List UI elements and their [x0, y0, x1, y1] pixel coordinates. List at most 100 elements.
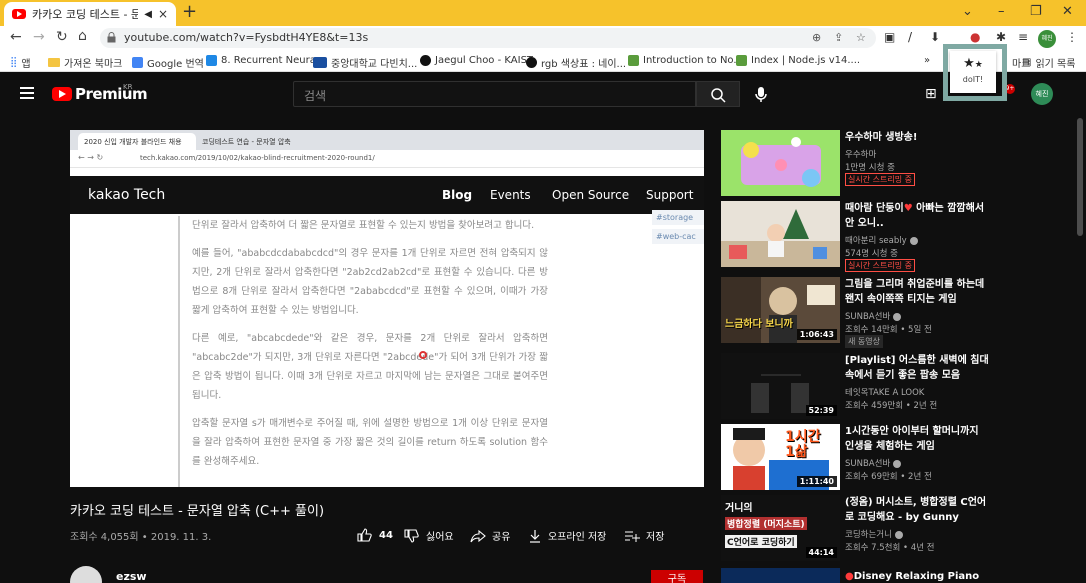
youtube-account-avatar[interactable]: 혜진: [1031, 83, 1053, 105]
tab-title: 카카오 코딩 테스트 - 문자열: [32, 8, 139, 21]
browser-tab-active[interactable]: 카카오 코딩 테스트 - 문자열 ◀ ×: [4, 2, 176, 26]
playlist-add-icon: [625, 531, 640, 542]
article-paragraph: 다른 예로, "abcabcdede"와 같은 경우, 문자를 2개 단위로 잘…: [192, 333, 548, 401]
download-button[interactable]: 오프라인 저장: [528, 528, 606, 543]
verified-icon: [909, 236, 918, 245]
bookmark-apps[interactable]: ⣿ 앱: [10, 55, 31, 70]
hamburger-menu-icon[interactable]: [20, 87, 34, 99]
video-title: 카카오 코딩 테스트 - 문자열 압축 (C++ 풀이): [70, 504, 325, 519]
recommendation-channel: SUNBA선바: [845, 457, 902, 469]
github-icon: [420, 55, 431, 66]
recommendation-item[interactable]: 우수하마 생방송! 우수하마 1만명 시청 중 실시간 스트리밍 중: [721, 130, 1061, 196]
video-thumbnail[interactable]: 거니의 병합정렬 (머지소트) C언어로 코딩하기 44:14: [721, 495, 840, 561]
video-thumbnail[interactable]: 느금하다 보니까 1:06:43: [721, 277, 840, 343]
youtube-favicon-icon: [12, 9, 26, 19]
doit-stars-icon: ★★: [963, 56, 983, 71]
video-thumbnail[interactable]: [721, 130, 840, 196]
thumbs-down-icon: [404, 528, 419, 543]
thumbnail-caption: 느금하다 보니까: [725, 319, 793, 330]
reading-list[interactable]: ▤ 읽기 목록: [1022, 55, 1075, 70]
search-input[interactable]: 검색: [293, 81, 696, 107]
channel-avatar[interactable]: [70, 566, 102, 583]
forward-icon[interactable]: →: [33, 29, 45, 45]
apps-icon: ⣿: [10, 57, 18, 68]
youtube-logo-icon[interactable]: [52, 87, 72, 101]
tab-search-icon[interactable]: ⌄: [962, 4, 973, 19]
chrome-menu-icon[interactable]: ⋮: [1066, 30, 1078, 44]
bookmark-star-icon[interactable]: ☆: [856, 31, 866, 44]
extension-red-icon[interactable]: ●: [970, 30, 980, 44]
bookmark-node-index[interactable]: Index | Node.js v14....: [736, 55, 860, 66]
recommendation-item[interactable]: ●Disney Relaxing Piano: [721, 568, 1061, 583]
video-player[interactable]: 2020 신입 개발자 블라인드 채용 코딩테스트 연습 - 문자열 압축 ← …: [70, 130, 704, 487]
maximize-button[interactable]: ❐: [1030, 4, 1042, 19]
bookmark-imported[interactable]: 가져온 북마크: [48, 55, 122, 70]
video-thumbnail[interactable]: 52:39: [721, 353, 840, 419]
channel-name[interactable]: ezsw: [116, 570, 147, 583]
bookmarks-overflow-chevron-icon[interactable]: »: [924, 55, 930, 66]
home-icon[interactable]: ⌂: [78, 28, 87, 44]
youtube-premium-logo[interactable]: Premium: [75, 85, 148, 103]
thumbnail-caption: 1시간 1삶: [785, 429, 821, 460]
recommendation-channel: 때아분리 seably: [845, 234, 918, 246]
share-button[interactable]: 공유: [470, 528, 510, 543]
translate-icon: [132, 57, 143, 68]
recommendation-title: [Playlist] 어스름한 새벽에 침대 속에서 듣기 좋은 팝송 모음: [845, 355, 989, 381]
folder-icon: [48, 58, 60, 67]
extensions-puzzle-icon[interactable]: ✱: [996, 30, 1006, 44]
recommendation-title: 1시간동안 아이부터 할머니까지 인생을 체험하는 게임: [845, 426, 979, 452]
speaker-icon[interactable]: ◀: [144, 9, 152, 20]
close-window-button[interactable]: ✕: [1062, 4, 1073, 19]
share-icon[interactable]: ⇪: [834, 31, 843, 44]
back-icon[interactable]: ←: [10, 29, 22, 45]
bookmark-recurrent[interactable]: 8. Recurrent Neura...: [206, 55, 325, 66]
reload-icon[interactable]: ↻: [56, 29, 68, 45]
inner-tab-coding-test: 코딩테스트 연습 - 문자열 압축: [196, 133, 314, 150]
tab-close-icon[interactable]: ×: [158, 7, 168, 21]
doit-extension-popup[interactable]: ★★ doIT!: [950, 51, 996, 93]
extension-download-icon[interactable]: ⬇: [930, 30, 940, 44]
subscribe-button[interactable]: 구독: [651, 570, 703, 583]
recommendation-views: 조회수 459만회 • 2년 전: [845, 401, 938, 411]
video-thumbnail[interactable]: [721, 201, 840, 267]
bookmark-intro-node[interactable]: Introduction to No...: [628, 55, 743, 66]
minimize-button[interactable]: –: [998, 4, 1005, 19]
recommendation-title: 우수하마 생방송!: [845, 132, 918, 143]
video-thumbnail[interactable]: [721, 568, 840, 583]
cau-icon: [313, 57, 327, 68]
recommendation-item[interactable]: 때아람 단둥이♥ 아빠는 깜깜해서 안 오니.. 때아분리 seably 574…: [721, 201, 1061, 272]
bookmark-rgb[interactable]: rgb 색상표 : 네이...: [526, 55, 626, 70]
recommendation-title: ●Disney Relaxing Piano: [845, 571, 980, 582]
verified-icon: [893, 312, 902, 321]
media-control-icon[interactable]: ≡: [1018, 30, 1028, 44]
game-thumbnail-image: [721, 130, 840, 196]
search-icon: [711, 88, 726, 103]
new-tab-button[interactable]: +: [182, 3, 197, 21]
create-video-icon[interactable]: ⊞: [925, 86, 937, 102]
article-paragraph: 압축할 문자열 s가 매개변수로 주어질 때, 위에 설명한 방법으로 1개 이…: [192, 418, 548, 467]
search-button[interactable]: [696, 81, 740, 107]
reading-list-icon: ▤: [1022, 57, 1032, 68]
bookmark-cau[interactable]: 중앙대학교 다빈치...: [313, 55, 417, 70]
profile-avatar[interactable]: 혜진: [1038, 30, 1056, 48]
lock-icon: [107, 32, 116, 43]
recommendation-item[interactable]: 느금하다 보니까 1:06:43 그림을 그리며 취업준비를 하는데 왠지 속이…: [721, 277, 1061, 348]
page-scrollbar-thumb[interactable]: [1077, 118, 1083, 236]
install-icon[interactable]: ⊕: [812, 31, 821, 44]
extension-reader-icon[interactable]: ▣: [884, 30, 895, 44]
dislike-button[interactable]: 싫어요: [404, 528, 454, 543]
recommendation-item[interactable]: 거니의 병합정렬 (머지소트) C언어로 코딩하기 44:14 (정옴) 머시소…: [721, 495, 1061, 561]
recommendation-item[interactable]: 52:39 [Playlist] 어스름한 새벽에 침대 속에서 듣기 좋은 팝…: [721, 353, 1061, 419]
recommendation-item[interactable]: 1시간 1삶 1:11:40 1시간동안 아이부터 할머니까지 인생을 체험하는…: [721, 424, 1061, 490]
voice-search-button[interactable]: [750, 83, 772, 105]
kakao-site-nav: kakao Tech Blog Events Open Source Suppo…: [70, 176, 704, 214]
recommendation-channel: SUNBA선바: [845, 310, 902, 322]
address-bar[interactable]: youtube.com/watch?v=FysbdtH4YE8&t=13s ⊕ …: [100, 28, 876, 48]
recommendation-views: 574명 시청 중: [845, 249, 898, 259]
video-thumbnail[interactable]: 1시간 1삶 1:11:40: [721, 424, 840, 490]
bookmark-google-translate[interactable]: Google 번역: [132, 55, 204, 70]
like-button[interactable]: 44: [357, 528, 393, 542]
extension-pen-icon[interactable]: /: [908, 30, 912, 44]
bookmark-kaist[interactable]: Jaegul Choo - KAIST: [420, 55, 533, 66]
save-button[interactable]: 저장: [624, 528, 664, 543]
